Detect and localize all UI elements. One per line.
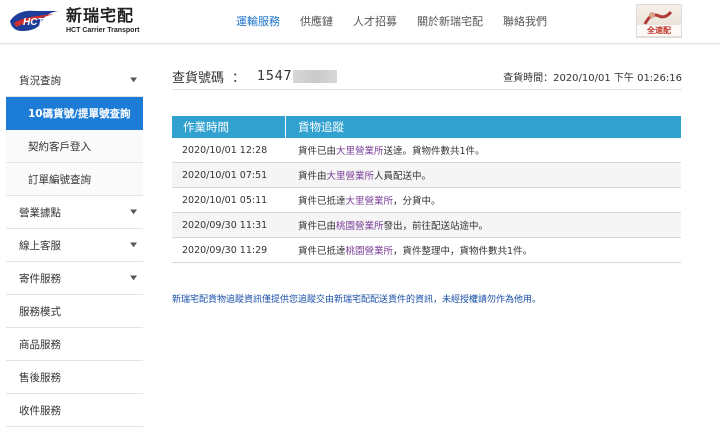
table-row: 2020/10/01 05:11 貨件已抵達大里營業所，分貨中。 (172, 188, 681, 213)
table-row: 2020/10/01 12:28 貨件已由大里營業所送達。貨物件數共1件。 (172, 138, 681, 163)
sidebar-item-product-service[interactable]: 商品服務 (6, 328, 143, 361)
logo-mark-text: HCT (23, 17, 44, 28)
status-pre: 貨件已由 (298, 146, 337, 157)
status-pre: 貨件已由 (298, 221, 337, 232)
status-location[interactable]: 大里營業所 (327, 171, 375, 182)
tracking-number: 1547 (257, 69, 293, 84)
chevron-down-icon: ▼ (130, 241, 137, 249)
sidebar-item-contract-login[interactable]: 契約客戶登入 (6, 130, 143, 163)
chevron-down-icon: ▼ (130, 274, 137, 282)
chevron-down-icon: ▼ (130, 76, 137, 84)
sidebar-item-tracking[interactable]: 貨況查詢 ▼ (6, 64, 143, 97)
sidebar-item-label: 貨況查詢 (19, 74, 61, 87)
query-time-value: 2020/10/01 下午 01:26:16 (553, 73, 682, 84)
main-nav: 運輸服務 供應鏈 人才招募 關於新瑞宅配 聯絡我們 (236, 13, 567, 29)
status-pre: 貨件已抵達 (298, 196, 346, 207)
nav-careers[interactable]: 人才招募 (353, 13, 397, 29)
sidebar-item-label: 服務模式 (19, 305, 61, 318)
sidebar-item-branches[interactable]: 營業據點 ▼ (6, 196, 143, 229)
disclaimer-text: 新瑞宅配貨物追蹤資訊僅提供您追蹤交由新瑞宅配配送貨件的資訊，未經授權請勿作為他用… (172, 295, 542, 305)
row-status: 貨件由大里營業所人員配送中。 (286, 168, 431, 182)
row-time: 2020/10/01 07:51 (182, 169, 268, 181)
sidebar-item-label: 商品服務 (19, 338, 61, 351)
status-pre: 貨件由 (298, 171, 327, 182)
sidebar-item-label: 線上客服 (19, 239, 61, 252)
tracking-table: 作業時間 貨物追蹤 2020/10/01 12:28 貨件已由大里營業所送達。貨… (172, 116, 681, 263)
row-time: 2020/09/30 11:29 (182, 244, 268, 256)
hct-logo-icon: HCT (10, 10, 58, 31)
query-header: 查貨號碼 ： 1547 查貨時間：2020/10/01 下午 01:26:16 (172, 64, 682, 90)
site-header: HCT 新瑞宅配 HCT Carrier Transport 運輸服務 供應鏈 … (0, 0, 720, 44)
sidebar-item-after-sales[interactable]: 售後服務 (6, 361, 143, 394)
query-label: 查貨號碼 (172, 71, 225, 86)
row-time: 2020/09/30 11:31 (182, 219, 268, 231)
sidebar-item-service-mode[interactable]: 服務模式 (6, 295, 143, 328)
status-post: 人員配送中。 (374, 171, 432, 182)
table-row: 2020/09/30 11:29 貨件已抵達桃園營業所，貨件整理中，貨物件數共1… (172, 238, 681, 263)
table-body: 2020/10/01 12:28 貨件已由大里營業所送達。貨物件數共1件。 20… (172, 138, 681, 263)
table-row: 2020/10/01 07:51 貨件由大里營業所人員配送中。 (172, 163, 681, 188)
logo-subtitle: HCT Carrier Transport (66, 27, 140, 34)
sidebar-item-label: 寄件服務 (19, 272, 61, 285)
main-content: 查貨號碼 ： 1547 查貨時間：2020/10/01 下午 01:26:16 … (172, 64, 682, 305)
query-time: 查貨時間：2020/10/01 下午 01:26:16 (503, 69, 682, 84)
header-time: 作業時間 (172, 116, 286, 138)
row-status: 貨件已由桃園營業所發出，前往配送站途中。 (286, 218, 488, 232)
sidebar-item-receive-service[interactable]: 收件服務 (6, 394, 143, 427)
sidebar-item-label: 10碼貨號/提單號查詢 (28, 107, 131, 120)
nav-transport[interactable]: 運輸服務 (236, 13, 280, 29)
redacted-number (293, 70, 338, 83)
table-header: 作業時間 貨物追蹤 (172, 116, 681, 138)
status-post: 送達。貨物件數共1件。 (383, 146, 485, 157)
sidebar-item-send-service[interactable]: 寄件服務 ▼ (6, 262, 143, 295)
nav-about[interactable]: 關於新瑞宅配 (417, 13, 483, 29)
sidebar-item-label: 營業據點 (19, 206, 61, 219)
status-location[interactable]: 大里營業所 (346, 196, 394, 207)
table-row: 2020/09/30 11:31 貨件已由桃園營業所發出，前往配送站途中。 (172, 213, 681, 238)
partner-banner[interactable]: 全速配 (636, 4, 682, 38)
sidebar-item-10-digit-query[interactable]: 10碼貨號/提單號查詢 (6, 97, 143, 130)
status-location[interactable]: 大里營業所 (336, 146, 384, 157)
row-status: 貨件已抵達大里營業所，分貨中。 (286, 193, 441, 207)
status-post: ，分貨中。 (393, 196, 441, 207)
sidebar-item-label: 訂單編號查詢 (28, 173, 91, 186)
site-logo[interactable]: HCT 新瑞宅配 HCT Carrier Transport (8, 6, 140, 36)
query-separator: ： (232, 71, 246, 86)
status-location[interactable]: 桃園營業所 (336, 221, 384, 232)
sidebar-item-label: 售後服務 (19, 371, 61, 384)
nav-supply-chain[interactable]: 供應鏈 (300, 13, 333, 29)
row-status: 貨件已抵達桃園營業所，貨件整理中，貨物件數共1件。 (286, 243, 532, 257)
chevron-down-icon: ▼ (130, 208, 137, 216)
partner-label: 全速配 (637, 25, 681, 36)
nav-contact[interactable]: 聯絡我們 (503, 13, 547, 29)
sidebar: 貨況查詢 ▼ 10碼貨號/提單號查詢 契約客戶登入 訂單編號查詢 營業據點 ▼ … (6, 64, 143, 427)
row-status: 貨件已由大里營業所送達。貨物件數共1件。 (286, 143, 485, 157)
sidebar-item-label: 收件服務 (19, 404, 61, 417)
row-time: 2020/10/01 05:11 (182, 194, 268, 206)
partner-image-icon (643, 10, 673, 25)
query-time-label: 查貨時間： (503, 73, 554, 84)
sidebar-item-online-support[interactable]: 線上客服 ▼ (6, 229, 143, 262)
status-location[interactable]: 桃園營業所 (346, 246, 394, 257)
header-tracking: 貨物追蹤 (298, 120, 344, 134)
status-pre: 貨件已抵達 (298, 246, 346, 257)
query-title: 查貨號碼 ： 1547 (172, 67, 338, 86)
logo-title: 新瑞宅配 (66, 6, 135, 25)
sidebar-item-order-query[interactable]: 訂單編號查詢 (6, 163, 143, 196)
row-time: 2020/10/01 12:28 (182, 144, 268, 156)
status-post: 發出，前往配送站途中。 (383, 221, 489, 232)
status-post: ，貨件整理中，貨物件數共1件。 (393, 246, 533, 257)
sidebar-item-label: 契約客戶登入 (28, 140, 91, 153)
